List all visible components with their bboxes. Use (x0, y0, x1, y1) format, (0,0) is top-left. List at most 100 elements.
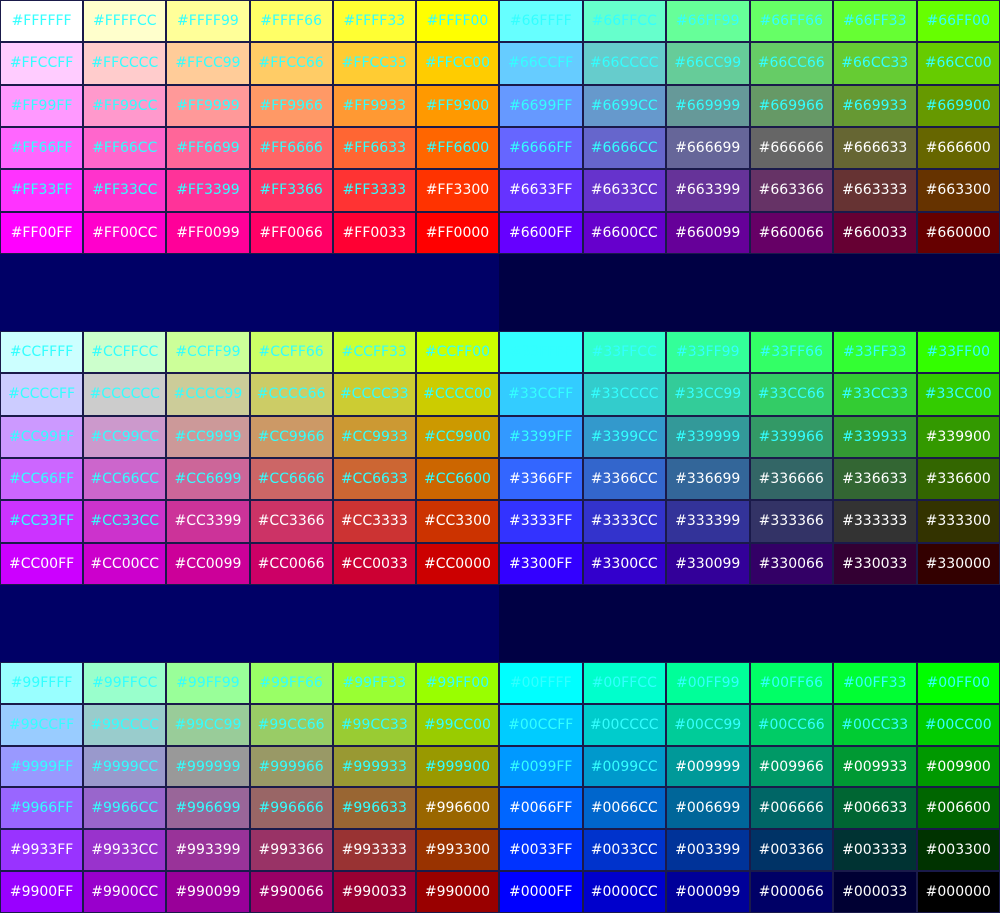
color-swatch: #CC6699 (166, 457, 250, 501)
color-swatch: #0066CC (582, 787, 666, 830)
color-swatch: #CCFF00 (415, 331, 500, 374)
color-swatch: #99CCCC (83, 703, 167, 746)
color-swatch: #99CC99 (166, 703, 250, 746)
palette-row: #3300FF #3300CC #330099 #330066 #330033 #3300… (499, 542, 1000, 585)
palette-row: #FFFFFF #FFFFCC #FFFF99 #FFFF66 #FFFF33 #FFFF… (0, 0, 500, 43)
color-swatch: #666600 (916, 126, 1000, 170)
color-swatch: #0033CC (582, 829, 666, 872)
color-swatch: #CC33FF (0, 500, 84, 543)
color-swatch: #336600 (916, 457, 1000, 501)
color-swatch: #6699FF (499, 84, 583, 127)
color-swatch: #3399CC (582, 415, 666, 458)
palette-block-33: #33FFFF #33FFCC #33FF99 #33FF66 #33FF33 #33FF… (499, 331, 1000, 585)
color-swatch: #FF9933 (332, 84, 416, 127)
palette-row: #6600FF #6600CC #660099 #660066 #660033 #6600… (499, 211, 1000, 254)
color-swatch: #3300CC (582, 542, 666, 585)
palette-row: #66CCFF #66CCCC #66CC99 #66CC66 #66CC33 #66CC… (499, 42, 1000, 85)
color-swatch: #FF0000 (415, 211, 500, 254)
palette-row: #CCCCFF #CCCCCC #CCCC99 #CCCC66 #CCCC33 #CCCC… (0, 373, 500, 416)
color-swatch: #6633CC (582, 169, 666, 212)
color-swatch: #6633FF (499, 169, 583, 212)
color-swatch: #CC3333 (332, 500, 416, 543)
color-swatch: #00CC66 (749, 703, 833, 746)
color-swatch: #CCCC00 (415, 373, 500, 416)
palette-grid: #66FFFF #66FFCC #66FF99 #66FF66 #66FF33 #66FF… (499, 0, 1000, 254)
color-swatch: #6699CC (582, 84, 666, 127)
color-swatch: #FFFFCC (83, 0, 167, 43)
palette-row: #0033FF #0033CC #003399 #003366 #003333 #0033… (499, 829, 1000, 872)
color-swatch: #00FF33 (833, 662, 917, 704)
color-swatch: #66FF99 (666, 0, 750, 43)
color-swatch: #663333 (833, 169, 917, 212)
color-swatch: #009900 (916, 745, 1000, 788)
color-swatch: #006666 (749, 787, 833, 830)
color-swatch: #FF00CC (83, 211, 167, 254)
color-swatch: #669933 (833, 84, 917, 127)
color-swatch: #663399 (666, 169, 750, 212)
color-swatch: #FFCC66 (249, 42, 333, 85)
color-swatch: #66CC33 (833, 42, 917, 85)
palette-row: #9900FF #9900CC #990099 #990066 #990033 #9900… (0, 871, 500, 913)
color-swatch: #9999CC (83, 745, 167, 788)
palette-gap-2-right (499, 585, 1000, 662)
palette-row: #FF99FF #FF99CC #FF9999 #FF9966 #FF9933 #FF99… (0, 84, 500, 127)
color-swatch: #33CCCC (582, 373, 666, 416)
color-swatch: #993300 (415, 829, 500, 872)
color-swatch: #FF99CC (83, 84, 167, 127)
color-swatch: #66FF33 (833, 0, 917, 43)
palette-row: #6666FF #6666CC #666699 #666666 #666633 #6666… (499, 126, 1000, 170)
color-swatch: #33FF66 (749, 331, 833, 374)
color-swatch: #CCFFFF (0, 331, 84, 374)
palette-grid: #CCFFFF #CCFFCC #CCFF99 #CCFF66 #CCFF33 #CCFF… (0, 331, 500, 585)
palette-row: #CCFFFF #CCFFCC #CCFF99 #CCFF66 #CCFF33 #CCFF… (0, 331, 500, 374)
color-swatch: #666633 (833, 126, 917, 170)
color-swatch: #00CC33 (833, 703, 917, 746)
color-swatch: #0033FF (499, 829, 583, 872)
color-swatch: #990033 (332, 871, 416, 913)
color-swatch: #3333FF (499, 500, 583, 543)
color-swatch: #CCCCFF (0, 373, 84, 416)
palette-row: #9999FF #9999CC #999999 #999966 #999933 #9999… (0, 745, 500, 788)
color-swatch: #33FF99 (666, 331, 750, 374)
color-swatch: #FFFF66 (249, 0, 333, 43)
color-swatch: #FFFFFF (0, 0, 84, 43)
color-swatch: #CCCC99 (166, 373, 250, 416)
color-swatch: #660099 (666, 211, 750, 254)
color-swatch: #660066 (749, 211, 833, 254)
color-swatch: #3300FF (499, 542, 583, 585)
color-swatch: #33CCFF (499, 373, 583, 416)
color-swatch: #006600 (916, 787, 1000, 830)
color-swatch: #996666 (249, 787, 333, 830)
color-swatch: #CCFFCC (83, 331, 167, 374)
color-swatch: #0066FF (499, 787, 583, 830)
color-swatch: #33CC00 (916, 373, 1000, 416)
color-swatch: #000099 (666, 871, 750, 913)
palette-row: #3399FF #3399CC #339999 #339966 #339933 #3399… (499, 415, 1000, 458)
color-swatch: #996633 (332, 787, 416, 830)
color-swatch: #99CC00 (415, 703, 500, 746)
palette-row: #FFCCFF #FFCCCC #FFCC99 #FFCC66 #FFCC33 #FFCC… (0, 42, 500, 85)
color-swatch: #0000FF (499, 871, 583, 913)
color-swatch: #333366 (749, 500, 833, 543)
color-swatch: #CC00FF (0, 542, 84, 585)
color-swatch: #33CC33 (833, 373, 917, 416)
palette-row: #0000FF #0000CC #000099 #000066 #000033 #0000… (499, 871, 1000, 913)
palette-grid: #FFFFFF #FFFFCC #FFFF99 #FFFF66 #FFFF33 #FFFF… (0, 0, 500, 254)
color-swatch: #3399FF (499, 415, 583, 458)
color-swatch: #FF3366 (249, 169, 333, 212)
color-swatch: #669966 (749, 84, 833, 127)
color-swatch: #66CCFF (499, 42, 583, 85)
color-swatch: #FFCCCC (83, 42, 167, 85)
color-swatch: #990066 (249, 871, 333, 913)
color-swatch: #33FFFF (499, 331, 583, 374)
color-swatch: #99FF33 (332, 662, 416, 704)
color-swatch: #339900 (916, 415, 1000, 458)
color-swatch: #9999FF (0, 745, 84, 788)
color-swatch: #CC66FF (0, 457, 84, 501)
color-swatch: #669999 (666, 84, 750, 127)
color-swatch: #0099CC (582, 745, 666, 788)
color-swatch: #9933FF (0, 829, 84, 872)
color-swatch: #669900 (916, 84, 1000, 127)
palette-row: #CC00FF #CC00CC #CC0099 #CC0066 #CC0033 #CC00… (0, 542, 500, 585)
color-swatch: #330033 (833, 542, 917, 585)
